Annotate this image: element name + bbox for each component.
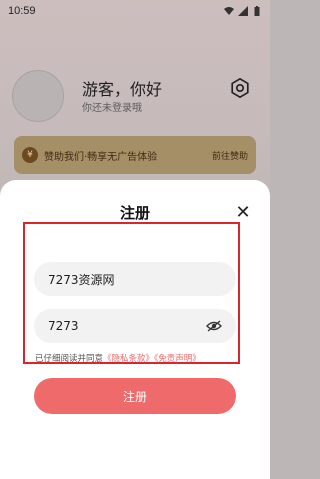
status-bar: 10:59 <box>0 0 270 22</box>
battery-icon <box>254 6 260 16</box>
register-button[interactable]: 注册 <box>34 378 236 414</box>
privacy-link[interactable]: 《隐私条款》 <box>103 354 154 364</box>
login-hint: 你还未登录哦 <box>82 103 142 114</box>
register-sheet: 注册 ✕ 7273资源网 7273 已仔细阅读并同意《隐私条款》《免责声明》 注… <box>0 180 270 479</box>
password-value: 7273 <box>48 319 79 333</box>
eye-slash-icon[interactable] <box>206 320 222 332</box>
avatar[interactable] <box>12 70 64 122</box>
sheet-title: 注册 <box>119 204 150 222</box>
password-field[interactable]: 7273 <box>34 309 236 343</box>
wifi-icon <box>224 7 234 15</box>
settings-icon[interactable] <box>229 77 251 99</box>
username-field[interactable]: 7273资源网 <box>34 262 236 296</box>
signal-icon <box>238 6 248 16</box>
donate-text: 赞助我们·畅享无广告体验 <box>44 151 158 163</box>
disclaimer-link[interactable]: 《免责声明》 <box>154 354 201 364</box>
coin-icon: ¥ <box>22 147 38 163</box>
greeting-title: 游客，你好 <box>82 80 163 99</box>
close-icon[interactable]: ✕ <box>233 203 253 223</box>
status-icons <box>224 6 262 16</box>
donate-banner[interactable]: ¥ 赞助我们·畅享无广告体验 前往赞助 <box>14 136 256 174</box>
status-time: 10:59 <box>8 5 36 17</box>
username-value: 7273资源网 <box>48 272 115 287</box>
agreement-text: 已仔细阅读并同意《隐私条款》《免责声明》 <box>35 352 201 364</box>
donate-action[interactable]: 前往赞助 <box>212 149 248 162</box>
agreement-prefix: 已仔细阅读并同意 <box>35 354 104 364</box>
